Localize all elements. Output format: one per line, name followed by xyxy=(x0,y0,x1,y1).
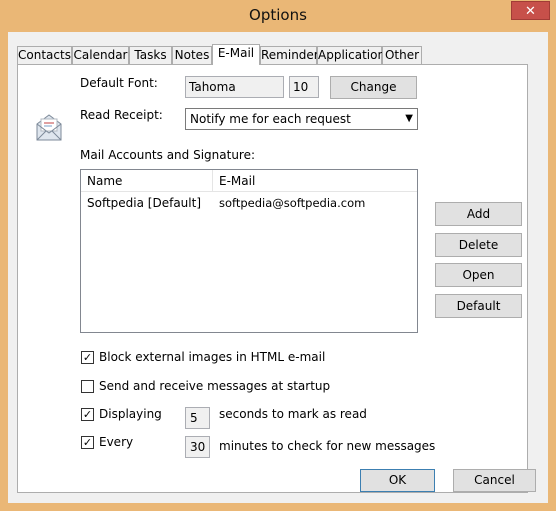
ok-button[interactable]: OK xyxy=(360,469,435,492)
email-tab-panel: Default Font: Tahoma 10 Change Read Rece… xyxy=(17,64,528,493)
displaying-seconds-input[interactable]: 5 xyxy=(185,407,210,429)
tab-email[interactable]: E-Mail xyxy=(212,44,260,65)
default-font-label: Default Font: xyxy=(80,76,158,90)
tab-contacts[interactable]: Contacts xyxy=(17,46,72,64)
tab-notes[interactable]: Notes xyxy=(172,46,212,64)
envelope-icon xyxy=(36,114,62,141)
close-button[interactable]: ✕ xyxy=(511,1,550,20)
displaying-suffix: seconds to mark as read xyxy=(219,407,367,421)
tab-other[interactable]: Other xyxy=(382,46,422,64)
block-images-checkbox[interactable]: ✓ xyxy=(81,351,94,364)
every-checkbox[interactable]: ✓ xyxy=(81,436,94,449)
displaying-checkbox[interactable]: ✓ xyxy=(81,408,94,421)
read-receipt-select[interactable]: Notify me for each request ▼ xyxy=(185,108,418,130)
font-name-field: Tahoma xyxy=(185,76,284,98)
every-label: Every xyxy=(99,435,134,449)
default-account-button[interactable]: Default xyxy=(435,294,522,318)
read-receipt-label: Read Receipt: xyxy=(80,108,163,122)
column-header-name[interactable]: Name xyxy=(81,170,213,192)
font-size-field: 10 xyxy=(289,76,319,98)
send-receive-checkbox[interactable] xyxy=(81,380,94,393)
read-receipt-value: Notify me for each request xyxy=(190,112,351,126)
dialog-client: Contacts Calendar Tasks Notes E-Mail Rem… xyxy=(8,32,548,503)
title-bar: Options ✕ xyxy=(0,0,556,32)
delete-account-button[interactable]: Delete xyxy=(435,233,522,257)
block-images-label: Block external images in HTML e-mail xyxy=(99,350,326,364)
accounts-label: Mail Accounts and Signature: xyxy=(80,148,256,162)
cancel-button[interactable]: Cancel xyxy=(453,469,536,492)
tab-reminder[interactable]: Reminder xyxy=(260,46,319,64)
accounts-list[interactable]: Name E-Mail Softpedia [Default] softpedi… xyxy=(80,169,418,333)
open-account-button[interactable]: Open xyxy=(435,263,522,287)
account-name: Softpedia [Default] xyxy=(87,196,202,210)
change-font-button[interactable]: Change xyxy=(330,76,417,99)
tab-tasks[interactable]: Tasks xyxy=(129,46,172,64)
send-receive-label: Send and receive messages at startup xyxy=(99,379,331,393)
tab-calendar[interactable]: Calendar xyxy=(72,46,129,64)
options-window: Options ✕ Contacts Calendar Tasks Notes … xyxy=(0,0,556,511)
every-minutes-input[interactable]: 30 xyxy=(185,436,210,458)
chevron-down-icon: ▼ xyxy=(405,113,413,124)
add-account-button[interactable]: Add xyxy=(435,202,522,226)
displaying-label: Displaying xyxy=(99,407,162,421)
list-item[interactable]: Softpedia [Default] softpedia@softpedia.… xyxy=(81,194,417,212)
every-suffix: minutes to check for new messages xyxy=(219,439,436,453)
window-title: Options xyxy=(249,6,307,24)
account-email: softpedia@softpedia.com xyxy=(219,196,366,210)
column-header-email[interactable]: E-Mail xyxy=(213,170,417,192)
tab-application[interactable]: Application xyxy=(317,46,385,64)
